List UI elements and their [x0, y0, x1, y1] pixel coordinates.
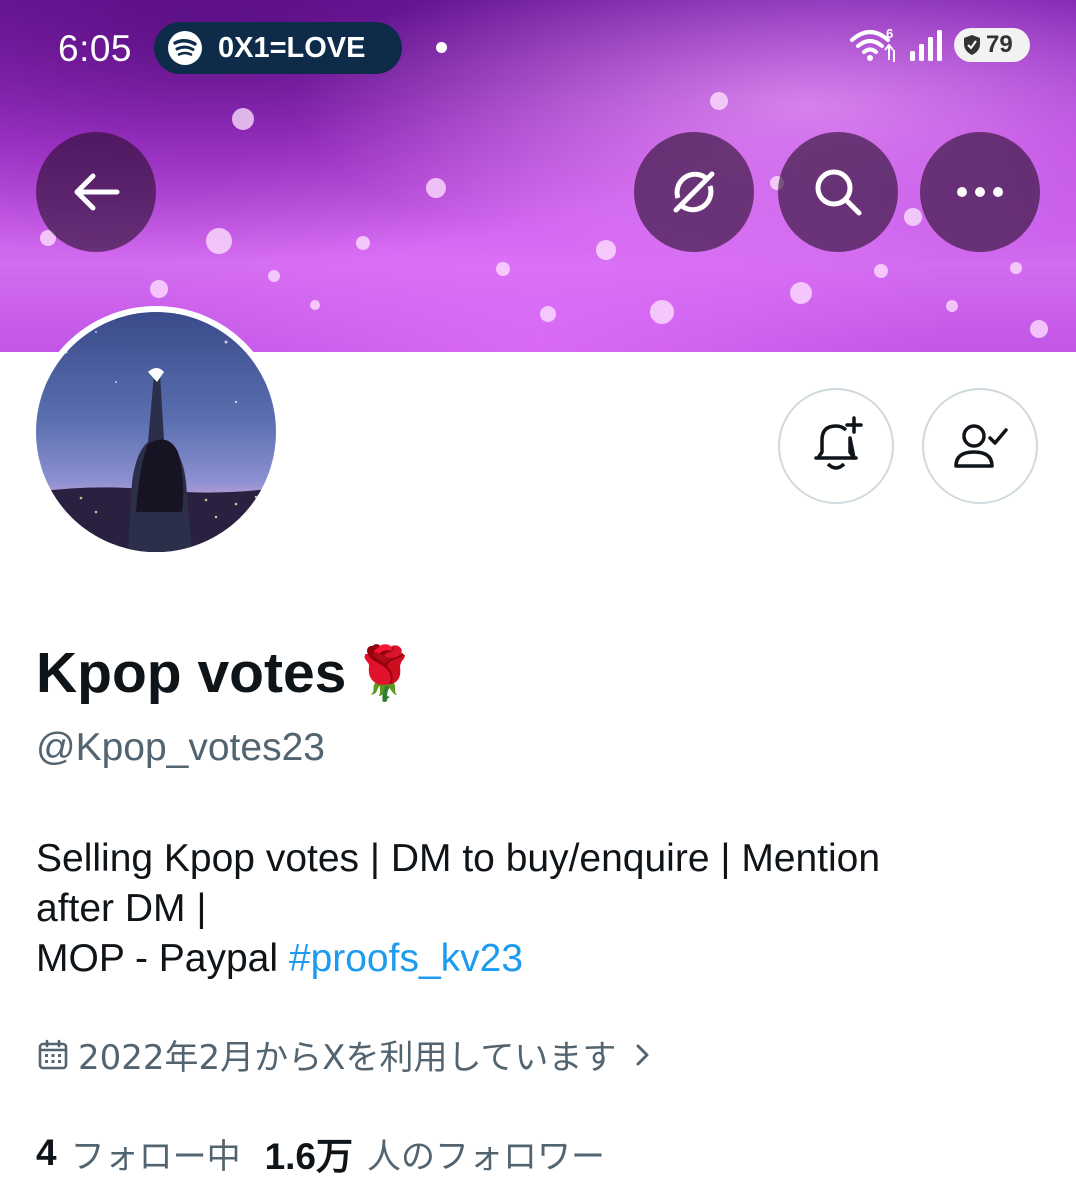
join-date[interactable]: 2022年2月からXを利用しています [36, 1030, 656, 1079]
signal-icon [910, 30, 942, 61]
following-count[interactable]: 4 [36, 1132, 57, 1174]
display-name: Kpop votes 🌹 [36, 640, 417, 706]
status-bar: 6:05 0X1=LOVE 6 79 [0, 20, 1076, 76]
banner-sparkle [946, 300, 958, 312]
banner-sparkle [874, 264, 888, 278]
banner-sparkle [790, 282, 812, 304]
banner-sparkle [206, 228, 232, 254]
join-date-text: 2022年2月からXを利用しています [78, 1038, 617, 1078]
battery-level: 79 [986, 31, 1013, 58]
bio-line: MOP - Paypal #proofs_kv23 [36, 934, 1036, 984]
grok-button[interactable] [634, 132, 754, 252]
avatar[interactable] [30, 306, 282, 558]
banner-sparkle [496, 262, 510, 276]
follow-stats: 4 フォロー中 1.6万 人のフォロワー [36, 1126, 605, 1180]
shield-icon [964, 35, 980, 55]
user-handle: @Kpop_votes23 [36, 726, 325, 769]
bio-line: after DM | [36, 887, 207, 930]
rose-emoji: 🌹 [352, 644, 418, 703]
banner-sparkle [356, 236, 370, 250]
display-name-text: Kpop votes [36, 641, 347, 705]
wifi-icon: 6 [850, 26, 895, 62]
banner-sparkle [310, 300, 320, 310]
now-playing-title: 0X1=LOVE [218, 31, 366, 64]
notify-button[interactable] [778, 388, 894, 504]
banner-sparkle [650, 300, 674, 324]
hashtag-link[interactable]: #proofs_kv23 [289, 937, 523, 980]
bio-text: MOP - Paypal [36, 937, 289, 980]
following-button[interactable] [922, 388, 1038, 504]
banner-sparkle [710, 92, 728, 110]
status-time: 6:05 [58, 28, 133, 69]
banner-sparkle [1030, 320, 1048, 338]
calendar-icon [38, 1039, 68, 1069]
followers-count[interactable]: 1.6万 [265, 1126, 353, 1180]
bell-plus-icon [814, 416, 863, 470]
banner-sparkle [426, 178, 446, 198]
svg-text:6: 6 [886, 26, 893, 41]
avatar-image [36, 312, 276, 552]
grok-icon [673, 171, 715, 213]
now-playing-chip[interactable]: 0X1=LOVE [154, 22, 402, 74]
search-icon [815, 169, 862, 216]
arrow-left-icon [74, 173, 120, 211]
banner-sparkle [540, 306, 556, 322]
bio-line: Selling Kpop votes | DM to buy/enquire |… [36, 837, 881, 880]
battery-indicator: 79 [954, 28, 1030, 62]
banner-sparkle [1010, 262, 1022, 274]
banner-sparkle [232, 108, 254, 130]
notification-dot [436, 42, 447, 53]
profile-bio: Selling Kpop votes | DM to buy/enquire |… [36, 834, 1036, 984]
avatar-scene [36, 331, 276, 552]
more-button[interactable] [920, 132, 1040, 252]
following-label[interactable]: フォロー中 [71, 1129, 241, 1178]
followers-label[interactable]: 人のフォロワー [367, 1129, 605, 1178]
more-horizontal-icon [957, 187, 1003, 197]
banner-sparkle [268, 270, 280, 282]
chevron-right-icon [636, 1044, 649, 1065]
system-icons: 6 79 [848, 26, 1030, 64]
banner-sparkle [904, 208, 922, 226]
user-check-icon [954, 424, 1008, 468]
banner-sparkle [150, 280, 168, 298]
search-button[interactable] [778, 132, 898, 252]
back-button[interactable] [36, 132, 156, 252]
banner-sparkle [596, 240, 616, 260]
spotify-icon [168, 31, 202, 65]
